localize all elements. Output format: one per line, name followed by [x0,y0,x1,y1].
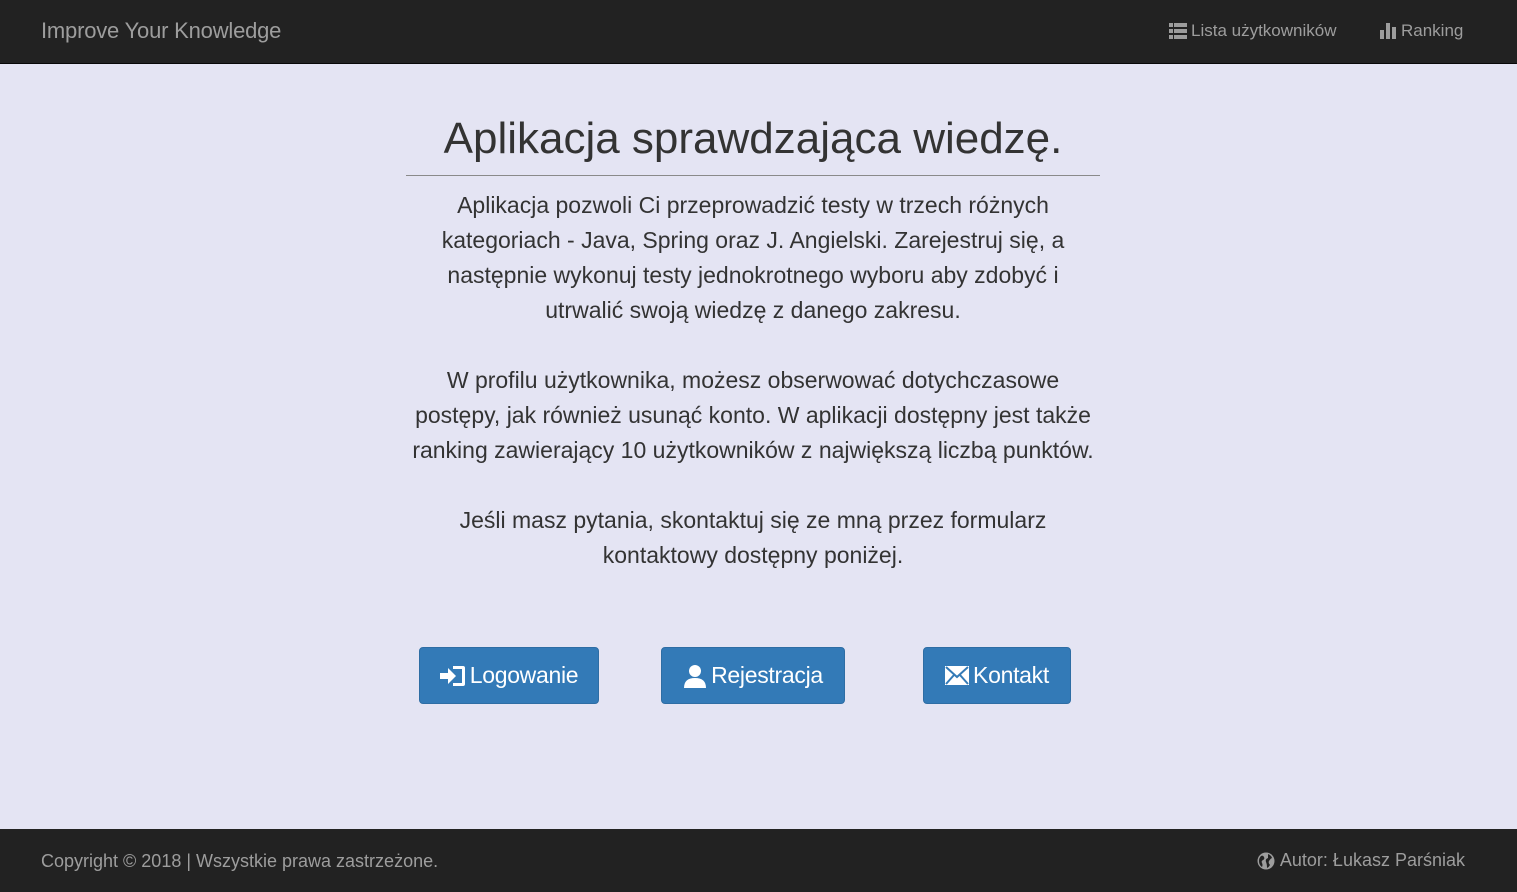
copyright-text: Copyright © 2018 | Wszystkie prawa zastr… [41,851,439,871]
register-button[interactable]: Rejestracja [661,647,845,704]
contact-button-label: Kontakt [973,662,1049,688]
user-icon [684,664,707,688]
author-info: Autor: Łukasz Parśniak [1257,850,1465,871]
log-in-icon [439,665,465,686]
page-title: Aplikacja sprawdzająca wiedzę. [406,108,1100,176]
globe-icon [1257,852,1275,869]
footer: Copyright © 2018 | Wszystkie prawa zastr… [0,829,1517,892]
contact-paragraph: Jeśli masz pytania, skontaktuj się ze mn… [459,507,1047,568]
brand-link[interactable]: Improve Your Knowledge [41,18,281,44]
stats-icon [1380,23,1396,39]
login-button[interactable]: Logowanie [419,647,599,704]
nav-ranking-label: Ranking [1401,21,1464,40]
list-icon [1169,23,1187,39]
author-text: Autor: Łukasz Parśniak [1279,850,1465,870]
top-navbar: Improve Your Knowledge Lista użytkownikó… [0,0,1517,64]
intro-paragraph: Aplikacja pozwoli Ci przeprowadzić testy… [441,192,1065,323]
login-button-label: Logowanie [469,662,579,688]
nav-users-label: Lista użytkowników [1191,21,1337,40]
contact-button[interactable]: Kontakt [923,647,1071,704]
register-button-label: Rejestracja [711,662,823,688]
profile-paragraph: W profilu użytkownika, możesz obserwować… [412,367,1094,463]
intro-section: Aplikacja sprawdzająca wiedzę. Aplikacja… [406,108,1100,573]
nav-ranking-link[interactable]: Ranking [1380,21,1463,41]
nav-users-link[interactable]: Lista użytkowników [1169,21,1337,41]
envelope-icon [945,666,970,685]
